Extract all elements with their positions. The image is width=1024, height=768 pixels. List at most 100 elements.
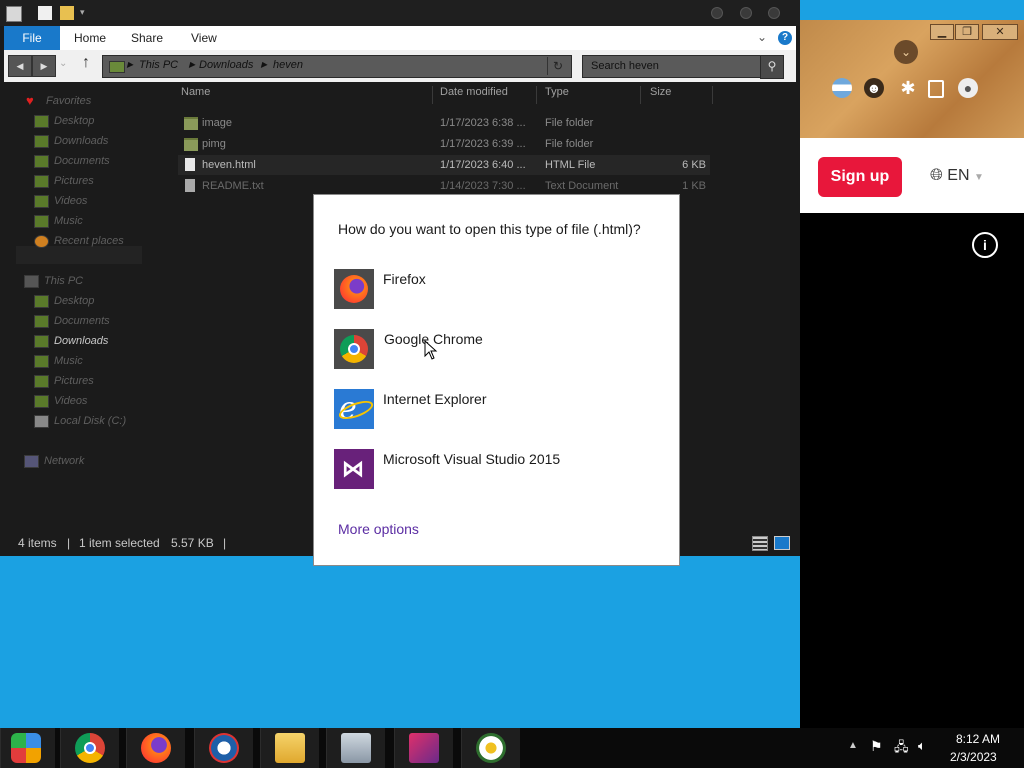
desktop-icon — [34, 115, 49, 128]
search-icon[interactable]: ⚲ — [760, 55, 784, 79]
chevron-right-icon[interactable]: ▶ — [127, 60, 133, 69]
videos-icon — [34, 195, 49, 208]
status-size: 5.57 KB — [171, 536, 214, 550]
chrome-icon — [334, 329, 374, 369]
help-icon[interactable]: ? — [778, 31, 792, 45]
chevron-right-icon[interactable]: ▶ — [189, 60, 195, 69]
file-row-image[interactable]: image 1/17/2023 6:38 ... File folder — [178, 113, 710, 133]
sign-up-button[interactable]: Sign up — [818, 157, 902, 197]
up-arrow-icon[interactable]: ↑ — [82, 54, 90, 72]
tab-home[interactable]: Home — [74, 26, 106, 50]
file-name: heven.html — [202, 159, 256, 171]
maximize-button[interactable] — [740, 7, 752, 19]
minimize-button[interactable] — [711, 7, 723, 19]
customize-quick-access-icon[interactable]: ▾ — [80, 7, 85, 18]
chevron-right-icon[interactable]: ▶ — [261, 60, 267, 69]
expand-ribbon-icon[interactable]: ⌄ — [757, 30, 767, 44]
side-panel-icon[interactable] — [928, 80, 944, 98]
clock-date[interactable]: 2/3/2023 — [950, 750, 997, 764]
file-size: 1 KB — [682, 180, 706, 192]
action-center-flag-icon[interactable]: ⚑ — [870, 738, 883, 755]
column-divider[interactable] — [712, 86, 713, 104]
refresh-icon[interactable]: ↻ — [547, 57, 568, 75]
navigation-pane: ♥ Favorites Desktop Downloads Documents … — [24, 93, 127, 468]
large-icons-view-icon[interactable] — [774, 536, 790, 550]
app-option-firefox[interactable]: Firefox — [334, 269, 664, 311]
language-selector[interactable]: 🌐︎ EN ▼ — [930, 167, 984, 185]
firefox-icon — [141, 733, 171, 763]
taskbar-daisy-app[interactable] — [461, 728, 520, 768]
profile-icon[interactable]: ☻ — [864, 78, 884, 98]
taskbar-firefox[interactable] — [126, 728, 185, 768]
open-with-dialog: How do you want to open this type of fil… — [313, 194, 680, 566]
column-divider[interactable] — [536, 86, 537, 104]
tab-view[interactable]: View — [191, 26, 217, 50]
file-row-pimg[interactable]: pimg 1/17/2023 6:39 ... File folder — [178, 134, 710, 154]
column-divider[interactable] — [432, 86, 433, 104]
column-size[interactable]: Size — [650, 86, 671, 98]
breadcrumb-this-pc[interactable]: This PC — [139, 59, 178, 71]
app-label: Internet Explorer — [383, 391, 487, 407]
properties-icon[interactable] — [38, 6, 52, 20]
file-date: 1/17/2023 6:38 ... — [440, 117, 526, 129]
folder-icon — [109, 61, 125, 73]
details-view-icon[interactable] — [752, 536, 768, 551]
taskbar-media-app[interactable] — [394, 728, 453, 768]
file-date: 1/14/2023 7:30 ... — [440, 180, 526, 192]
column-type[interactable]: Type — [545, 86, 569, 98]
media-app-icon — [409, 733, 439, 763]
close-icon[interactable]: ✕ — [982, 24, 1018, 40]
tab-share[interactable]: Share — [131, 26, 163, 50]
daisy-icon — [476, 733, 506, 763]
new-folder-icon[interactable] — [60, 6, 74, 20]
app-option-google-chrome[interactable]: Google Chrome — [334, 329, 664, 371]
visual-studio-icon: ⋈ — [334, 449, 374, 489]
explorer-icon — [6, 6, 22, 22]
show-hidden-icons[interactable]: ▲ — [848, 740, 858, 751]
network-icon[interactable]: 🖧︎ — [894, 738, 909, 760]
flag-icon[interactable] — [832, 78, 852, 98]
monitor-icon — [341, 733, 371, 763]
computer-icon — [24, 275, 39, 288]
back-button[interactable]: ◀ — [8, 55, 32, 77]
app-option-visual-studio[interactable]: ⋈ Microsoft Visual Studio 2015 — [334, 449, 664, 491]
taskbar-chrome[interactable] — [60, 728, 119, 768]
recent-locations-icon[interactable]: ⌄ — [59, 58, 67, 69]
tab-file[interactable]: File — [4, 26, 60, 50]
recent-places-icon — [34, 235, 49, 248]
navigation-bar: ◀ ▶ ⌄ ↑ ▶ This PC ▶ Downloads ▶ heven ↻ … — [4, 50, 796, 82]
taskbar-file-explorer[interactable] — [260, 728, 319, 768]
column-divider[interactable] — [640, 86, 641, 104]
downloads-icon — [34, 335, 49, 348]
breadcrumb-heven[interactable]: heven — [273, 59, 303, 71]
globe-icon: 🌐︎ — [930, 167, 943, 184]
volume-icon[interactable]: 🔈︎ — [918, 738, 926, 754]
internet-explorer-icon: e — [334, 389, 376, 429]
account-icon[interactable]: ● — [958, 78, 978, 98]
clock-time[interactable]: 8:12 AM — [956, 732, 1000, 746]
local-disk-icon — [34, 415, 49, 428]
column-date-modified[interactable]: Date modified — [440, 86, 508, 98]
taskbar-vpn[interactable] — [194, 728, 253, 768]
more-options-link[interactable]: More options — [338, 521, 419, 537]
file-date: 1/17/2023 6:40 ... — [440, 159, 526, 171]
address-bar[interactable]: ▶ This PC ▶ Downloads ▶ heven ↻ — [102, 55, 572, 78]
app-option-internet-explorer[interactable]: e Internet Explorer — [334, 389, 664, 431]
close-button[interactable] — [768, 7, 780, 19]
info-icon[interactable]: i — [972, 232, 998, 258]
breadcrumb-downloads[interactable]: Downloads — [199, 59, 253, 71]
extensions-icon[interactable]: ✱ — [898, 78, 918, 98]
file-row-readme[interactable]: README.txt 1/14/2023 7:30 ... Text Docum… — [178, 176, 710, 196]
maximize-icon[interactable]: ❐ — [955, 24, 979, 40]
tab-search-icon[interactable]: ⌄ — [894, 40, 918, 64]
text-file-icon — [185, 179, 195, 192]
start-button[interactable] — [0, 728, 55, 768]
minimize-icon[interactable]: ▁ — [930, 24, 954, 40]
vpn-icon — [209, 733, 239, 763]
file-row-heven-html[interactable]: heven.html 1/17/2023 6:40 ... HTML File … — [178, 155, 710, 175]
taskbar-system-monitor[interactable] — [326, 728, 385, 768]
forward-button[interactable]: ▶ — [32, 55, 56, 77]
folder-icon — [184, 117, 198, 130]
search-input[interactable]: Search heven — [582, 55, 768, 78]
column-name[interactable]: Name — [181, 86, 210, 98]
